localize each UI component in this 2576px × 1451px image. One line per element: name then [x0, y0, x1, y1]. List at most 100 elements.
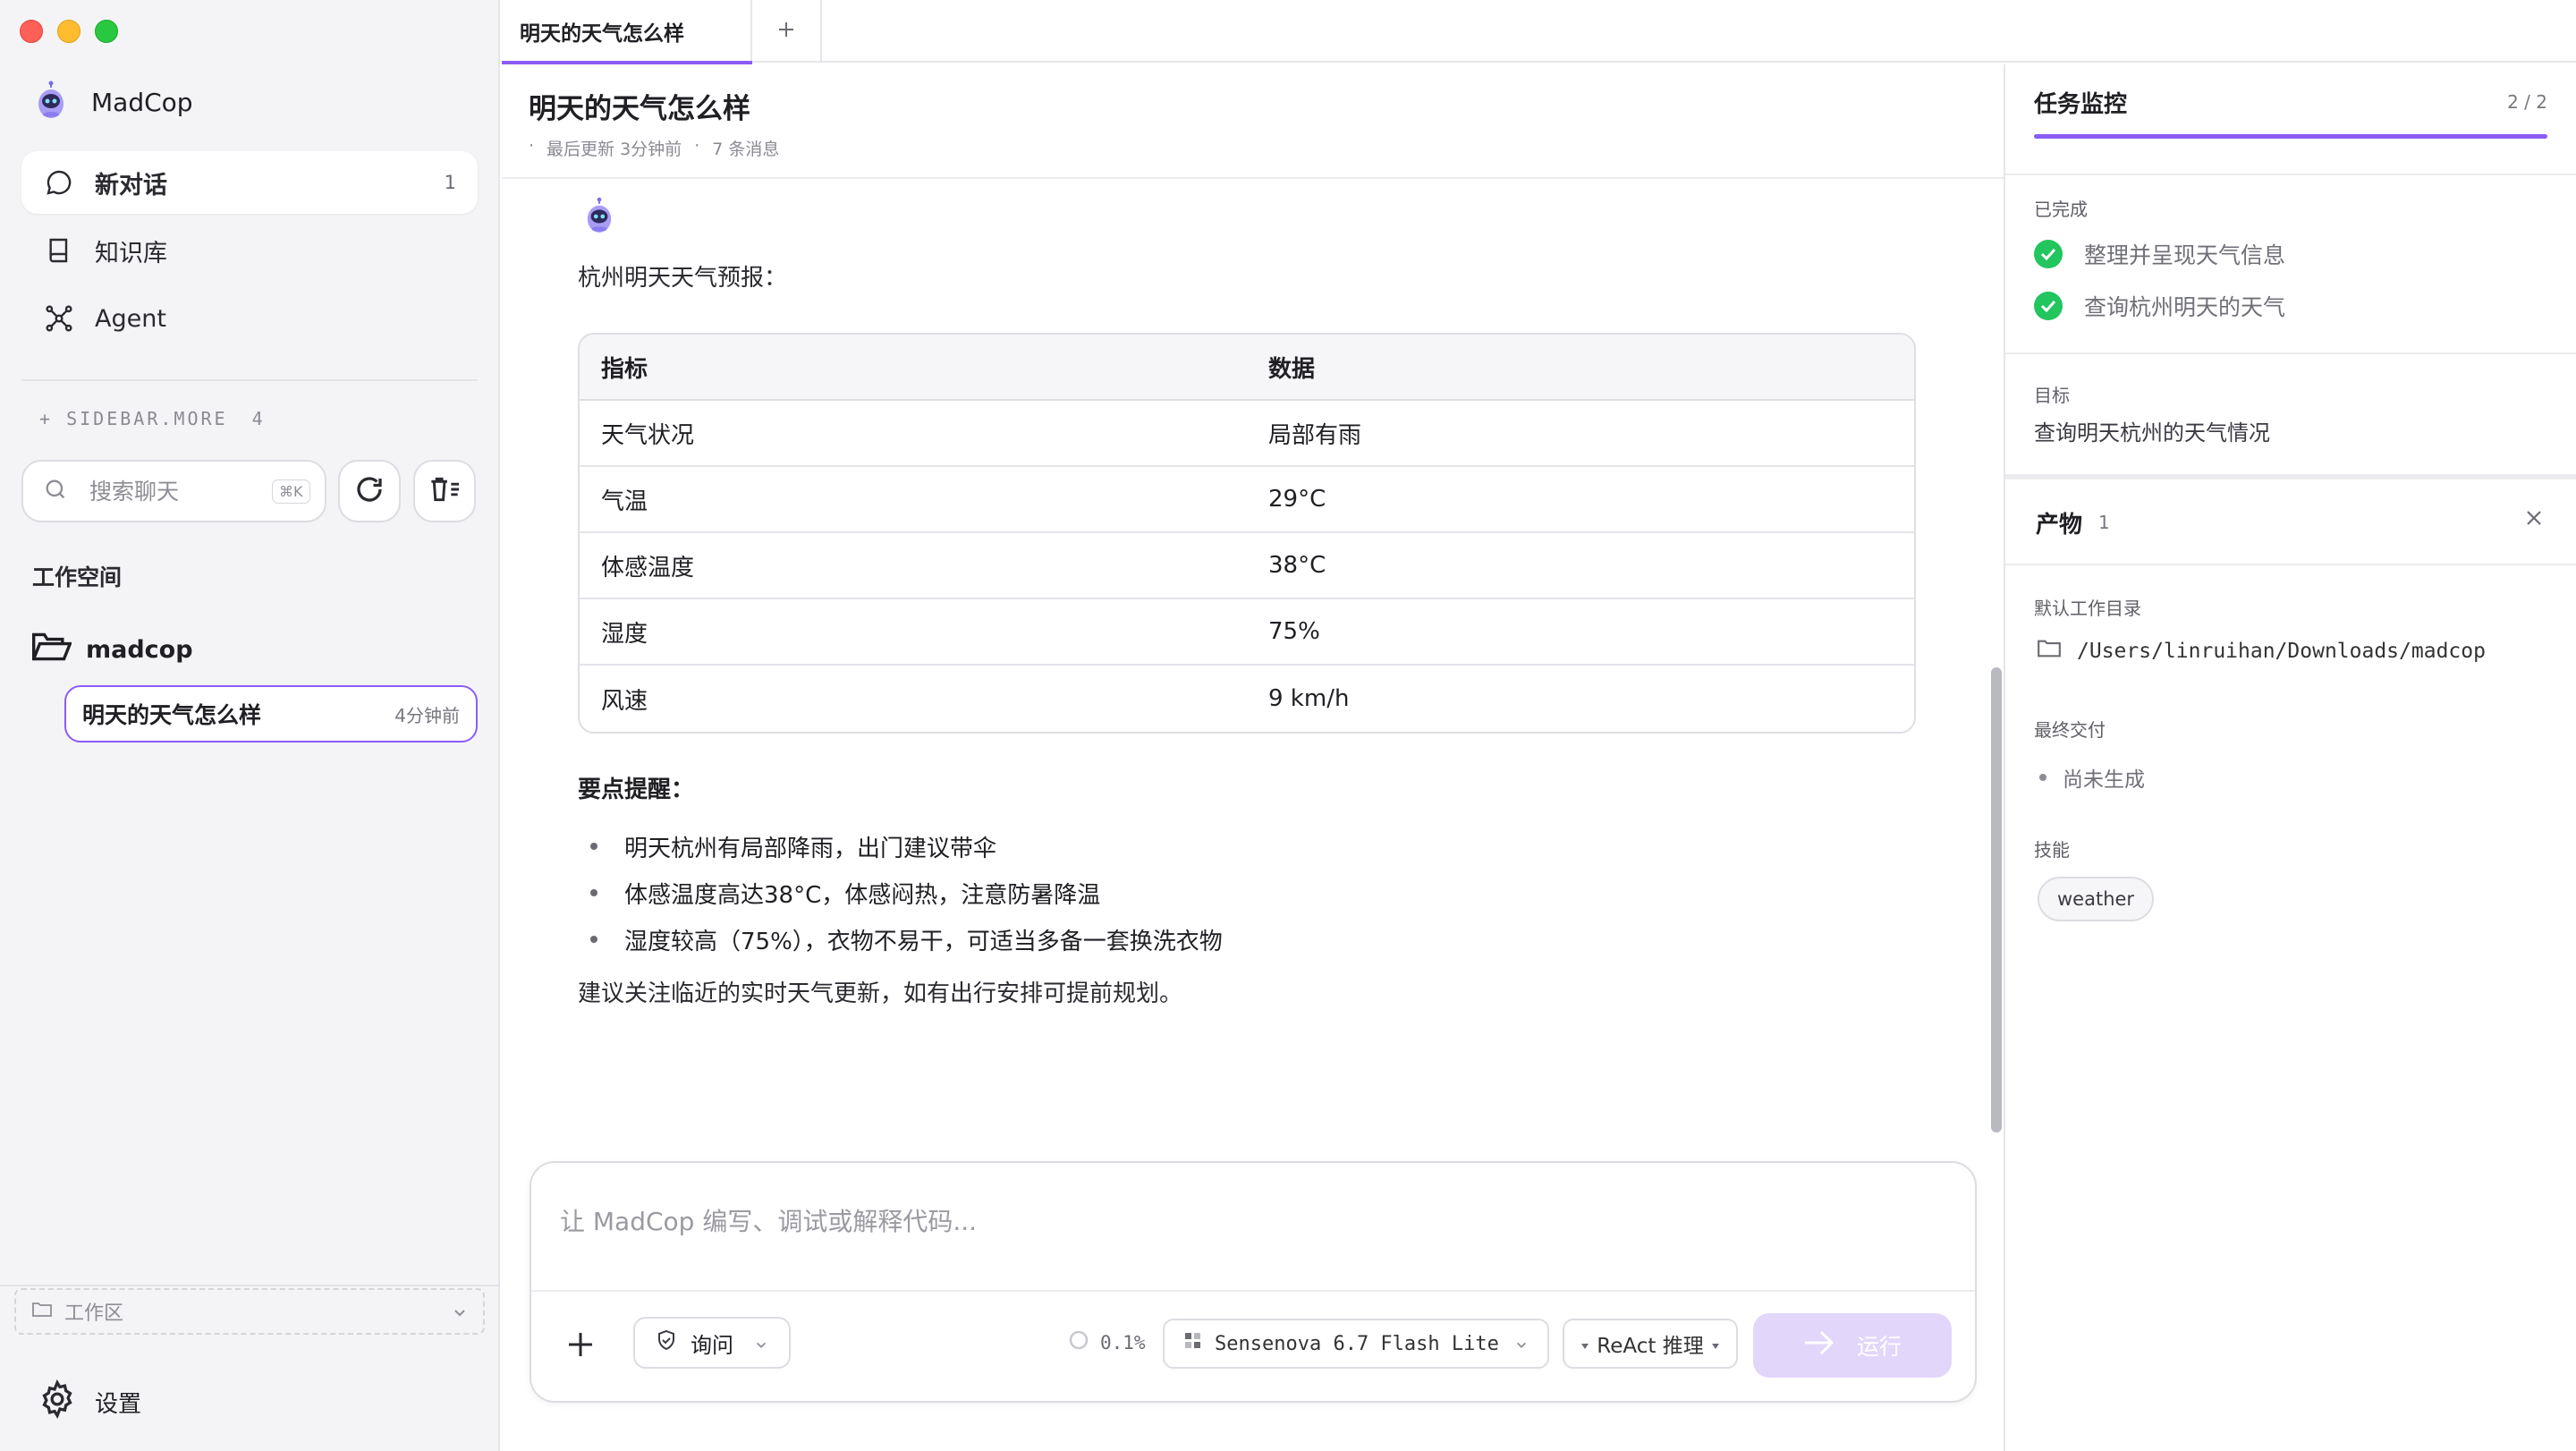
sidebar-more-count: 4 [251, 408, 263, 429]
workspace-select-label: 工作区 [64, 1303, 124, 1325]
sidebar-item-agent[interactable]: Agent [21, 287, 478, 350]
chat-meta: · 最后更新 3分钟前 · 7 条消息 [529, 136, 779, 160]
plus-icon [776, 20, 796, 43]
workdir-path[interactable]: /Users/linruihan/Downloads/madcop [2038, 639, 2486, 664]
plus-icon [565, 1333, 596, 1363]
table-cell: 29°C [1247, 467, 1914, 533]
folder-madcop[interactable]: madcop [31, 632, 193, 668]
panel-divider [2005, 352, 2576, 354]
panel-divider [2005, 474, 2576, 479]
tips-list: 明天杭州有局部降雨，出门建议带伞 体感温度高达38°C，体感闷热，注意防暑降温 … [590, 823, 1223, 963]
folder-name: madcop [86, 636, 193, 664]
brand[interactable]: MadCop [36, 81, 193, 123]
goal-text: 查询明天杭州的天气情况 [2034, 420, 2270, 445]
model-select-button[interactable]: Sensenova 6.7 Flash Lite [1163, 1319, 1549, 1369]
table-cell: 风速 [601, 687, 648, 715]
maximize-window-button[interactable] [95, 20, 118, 43]
tips-heading: 要点提醒： [578, 776, 695, 803]
caret-down-icon [1711, 1332, 1720, 1355]
run-button[interactable]: 运行 [1753, 1313, 1952, 1378]
weather-table: 指标 数据 天气状况 局部有雨 气温 29°C 体感温度 38°C 湿度 75%… [578, 333, 1916, 734]
delivery-status-text: 尚未生成 [2063, 768, 2145, 792]
table-row: 气温 29°C [580, 467, 1914, 533]
task-label: 查询杭州明天的天气 [2084, 294, 2286, 320]
task-item: 查询杭州明天的天气 [2034, 290, 2285, 322]
sidebar-more-label: + SIDEBAR.MORE [39, 408, 228, 429]
sidebar-item-label: Agent [95, 304, 166, 333]
new-tab-button[interactable] [752, 0, 822, 63]
chevron-down-icon [755, 1330, 767, 1355]
chat-list-item-active[interactable]: 明天的天气怎么样 4分钟前 [64, 685, 478, 742]
tab-weather-chat[interactable]: 明天的天气怎么样 [502, 0, 752, 64]
task-monitor-title: 任务监控 [2034, 91, 2128, 118]
workspace-select[interactable]: 工作区 [14, 1288, 485, 1335]
sidebar-divider [21, 379, 478, 381]
close-window-button[interactable] [20, 20, 43, 43]
attach-button[interactable] [565, 1329, 596, 1363]
madcop-logo-icon [36, 81, 66, 123]
page-title: 明天的天气怎么样 [529, 93, 750, 125]
composer-divider [531, 1290, 1975, 1292]
table-header-row: 指标 数据 [580, 335, 1914, 401]
skills-label: 技能 [2034, 839, 2070, 861]
message-closing: 建议关注临近的实时天气更新，如有出行安排可提前规划。 [578, 980, 1183, 1007]
task-progress-bar [2034, 134, 2547, 139]
delivery-label: 最终交付 [2034, 719, 2106, 741]
context-usage-value: 0.1% [1100, 1331, 1146, 1353]
skill-tag[interactable]: weather [2038, 877, 2155, 921]
reasoning-select-button[interactable]: ReAct 推理 [1563, 1319, 1738, 1369]
check-circle-icon [2034, 240, 2063, 268]
refresh-button[interactable] [338, 460, 401, 522]
list-item: 体感温度高达38°C，体感闷热，注意防暑降温 [590, 870, 1223, 916]
table-row: 体感温度 38°C [580, 533, 1914, 599]
context-usage: 0.1% [1068, 1329, 1146, 1355]
gear-icon [38, 1379, 77, 1425]
book-icon [43, 234, 75, 267]
refresh-icon [353, 473, 386, 509]
chevron-down-icon [453, 1301, 467, 1323]
sidebar-item-label: 知识库 [95, 239, 167, 267]
check-circle-icon [2034, 292, 2063, 320]
search-box[interactable]: ⌘K [21, 460, 326, 522]
chat-item-title: 明天的天气怎么样 [82, 702, 262, 728]
right-panel: 任务监控 2 / 2 已完成 整理并呈现天气信息 查询杭州明天的天气 目标 查询… [2004, 64, 2576, 1451]
search-icon [43, 477, 68, 505]
composer: 询问 0.1% Sensenova 6.7 Flash Lite ReAct 推… [530, 1161, 1977, 1403]
sidebar-bottom-divider [0, 1285, 500, 1286]
prompt-input[interactable] [560, 1202, 1902, 1247]
folder-open-icon [31, 632, 72, 668]
search-input[interactable] [89, 478, 250, 505]
close-artifacts-button[interactable] [2524, 508, 2544, 531]
run-label: 运行 [1856, 1334, 1902, 1360]
clear-chats-button[interactable] [413, 460, 476, 522]
folder-icon [32, 1301, 52, 1323]
table-row: 天气状况 局部有雨 [580, 401, 1914, 467]
settings-button[interactable]: 设置 [38, 1379, 141, 1425]
list-item: 明天杭州有局部降雨，出门建议带伞 [590, 823, 1223, 870]
table-cell: 湿度 [580, 599, 1247, 666]
caret-down-icon [1580, 1332, 1589, 1355]
sidebar-item-knowledge-base[interactable]: 知识库 [21, 219, 478, 282]
chat-scrollbar[interactable] [1991, 667, 2002, 1133]
chevron-down-icon [1515, 1333, 1528, 1355]
meta-dot: · [694, 136, 700, 156]
table-row: 风速 9 km/h [580, 666, 1914, 732]
completed-label: 已完成 [2034, 199, 2088, 220]
folder-icon [2038, 639, 2061, 664]
settings-label: 设置 [95, 1391, 142, 1418]
trash-list-icon [428, 473, 462, 509]
panel-divider [2005, 564, 2576, 565]
mode-select-button[interactable]: 询问 [633, 1317, 791, 1369]
tab-bar: 明天的天气怎么样 [502, 0, 2576, 64]
table-cell: 气温 [580, 467, 1247, 533]
last-updated-text: 最后更新 3分钟前 [547, 140, 682, 159]
tab-label: 明天的天气怎么样 [520, 22, 684, 46]
table-cell: 38°C [1247, 533, 1914, 599]
minimize-window-button[interactable] [57, 20, 80, 43]
new-chat-count-badge: 1 [444, 172, 456, 193]
table-cell: 天气状况 [580, 401, 1247, 467]
workdir-path-text: /Users/linruihan/Downloads/madcop [2077, 640, 2486, 663]
sidebar-more-toggle[interactable]: + SIDEBAR.MORE 4 [39, 408, 263, 429]
agent-network-icon [43, 302, 75, 335]
sidebar-item-new-chat[interactable]: 新对话 1 [21, 151, 478, 214]
